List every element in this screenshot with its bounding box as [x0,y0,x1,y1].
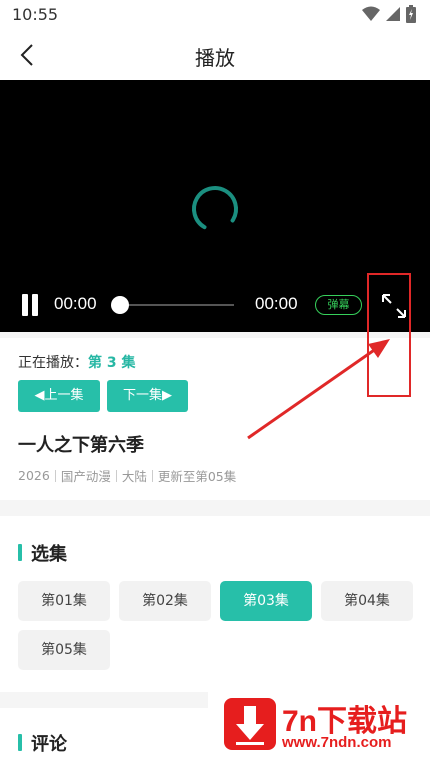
loading-spinner-icon [192,186,238,232]
comments-section-title: 评论 [31,734,67,755]
download-logo-icon [224,698,276,750]
episode-selector: 选集 第01集 第02集 第03集 第04集 第05集 [0,516,430,692]
meta-genre: 国产动漫 [60,469,111,484]
page-title: 播放 [195,46,235,70]
player-controls: 00:00 00:00 弹幕 [0,288,430,322]
now-playing-episode: 第 3 集 [88,355,136,371]
status-time: 10:55 [12,5,59,24]
watermark: 7n下载站 www.7ndn.com [208,680,430,764]
annotation-arrow-icon [247,339,390,440]
episode-button[interactable]: 第01集 [18,581,110,621]
episode-button[interactable]: 第02集 [119,581,211,621]
meta-update: 更新至第05集 [157,469,237,484]
now-playing-label: 正在播放： [18,355,88,371]
episode-button-active[interactable]: 第03集 [220,581,312,621]
next-episode-button[interactable]: 下一集▶ [107,380,188,412]
current-time: 00:00 [54,294,97,313]
show-meta: 2026 国产动漫 大陆 更新至第05集 [18,466,236,485]
wifi-icon [362,6,380,21]
video-player[interactable]: 00:00 00:00 弹幕 [0,80,430,332]
app-bar: 播放 [0,30,430,80]
seek-bar[interactable] [120,304,234,306]
meta-region: 大陆 [121,469,147,484]
battery-icon [406,5,416,23]
status-bar: 10:55 [0,0,430,30]
total-time: 00:00 [255,294,298,313]
status-icons [362,5,416,23]
show-title: 一人之下第六季 [18,435,144,456]
danmaku-toggle-button[interactable]: 弹幕 [315,295,362,315]
episode-button[interactable]: 第04集 [321,581,413,621]
episodes-section-title: 选集 [31,544,67,565]
seek-thumb[interactable] [111,296,129,314]
signal-icon [386,7,400,21]
previous-episode-button[interactable]: ◀上一集 [18,380,100,412]
pause-button[interactable] [20,294,40,316]
meta-year: 2026 [18,468,50,483]
section-accent-bar [18,544,22,561]
section-accent-bar [18,734,22,751]
now-playing: 正在播放：第 3 集 [18,352,136,372]
watermark-url: www.7ndn.com [282,734,392,751]
episode-button[interactable]: 第05集 [18,630,110,670]
